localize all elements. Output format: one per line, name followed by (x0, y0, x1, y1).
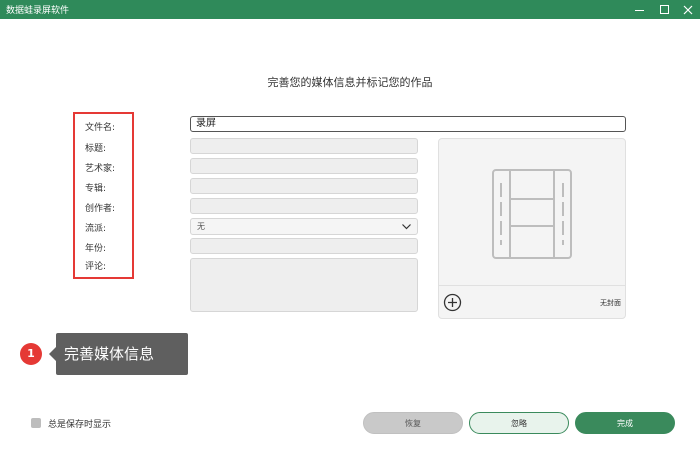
genre-select[interactable]: 无 (190, 218, 418, 235)
minimize-button[interactable] (628, 1, 650, 18)
done-button[interactable]: 完成 (575, 412, 675, 434)
label-title: 标题: (85, 144, 107, 154)
label-creator: 创作者: (85, 204, 116, 214)
comment-textarea[interactable] (190, 258, 418, 312)
restore-button[interactable]: 恢复 (363, 412, 463, 434)
label-album: 专辑: (85, 184, 107, 194)
label-genre: 流派: (85, 224, 107, 234)
close-icon (683, 5, 693, 14)
no-cover-label: 无封面 (600, 299, 621, 307)
page-heading: 完善您的媒体信息并标记您的作品 (267, 76, 433, 89)
step-number-badge: 1 (20, 343, 42, 365)
minimize-icon (634, 10, 644, 11)
cover-panel: 无封面 (438, 138, 626, 319)
label-filename: 文件名: (85, 123, 116, 133)
film-placeholder-icon (492, 169, 572, 259)
close-button[interactable] (677, 1, 699, 18)
chevron-down-icon (402, 224, 411, 230)
creator-input[interactable] (190, 198, 418, 214)
always-show-label: 总是保存时显示 (48, 420, 112, 430)
label-artist: 艺术家: (85, 164, 116, 174)
step-tooltip: 完善媒体信息 (49, 333, 188, 375)
maximize-icon (659, 5, 669, 14)
filename-input[interactable]: 录屏 (190, 116, 626, 132)
cover-divider (439, 285, 625, 286)
year-input[interactable] (190, 238, 418, 254)
ignore-button[interactable]: 忽略 (469, 412, 569, 434)
label-year: 年份: (85, 244, 107, 254)
add-cover-icon[interactable] (443, 293, 462, 312)
title-input[interactable] (190, 138, 418, 154)
label-comment: 评论: (85, 262, 107, 272)
window-title: 数据蛙录屏软件 (6, 6, 70, 16)
album-input[interactable] (190, 178, 418, 194)
maximize-button[interactable] (653, 1, 675, 18)
always-show-checkbox[interactable] (31, 418, 41, 428)
artist-input[interactable] (190, 158, 418, 174)
genre-value: 无 (197, 222, 205, 231)
title-bar: 数据蛙录屏软件 (0, 0, 700, 19)
